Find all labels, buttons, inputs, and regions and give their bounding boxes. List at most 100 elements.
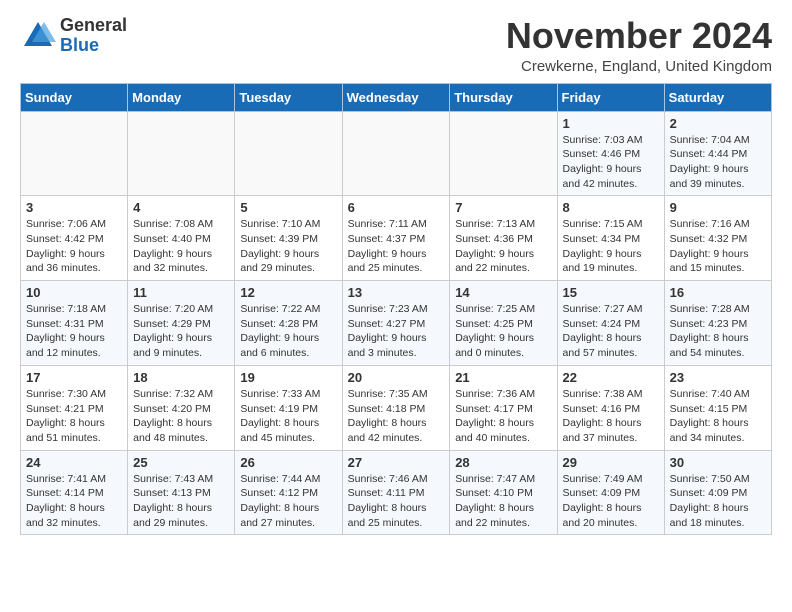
day-info: Sunrise: 7:20 AM Sunset: 4:29 PM Dayligh… (133, 302, 229, 361)
day-info: Sunrise: 7:38 AM Sunset: 4:16 PM Dayligh… (563, 387, 659, 446)
day-cell-18: 18 Sunrise: 7:32 AM Sunset: 4:20 PM Dayli… (128, 365, 235, 450)
day-number: 4 (133, 200, 229, 215)
day-number: 15 (563, 285, 659, 300)
day-cell-5: 5 Sunrise: 7:10 AM Sunset: 4:39 PM Daylig… (235, 196, 342, 281)
day-cell-30: 30Sunrise: 7:50 AM Sunset: 4:09 PM Dayli… (664, 450, 771, 535)
day-info: Sunrise: 7:41 AM Sunset: 4:14 PM Dayligh… (26, 472, 122, 531)
header-saturday: Saturday (664, 83, 771, 111)
day-cell-28: 28 Sunrise: 7:47 AM Sunset: 4:10 PM Dayli… (450, 450, 557, 535)
day-info: Sunrise: 7:36 AM Sunset: 4:17 PM Dayligh… (455, 387, 551, 446)
logo-icon (20, 18, 56, 54)
day-cell-8: 8 Sunrise: 7:15 AM Sunset: 4:34 PM Daylig… (557, 196, 664, 281)
week-row-3: 17 Sunrise: 7:30 AM Sunset: 4:21 PM Dayli… (21, 365, 772, 450)
day-number: 5 (240, 200, 336, 215)
day-number: 26 (240, 455, 336, 470)
day-info: Sunrise: 7:04 AM Sunset: 4:44 PM Dayligh… (670, 133, 766, 192)
calendar-header: SundayMondayTuesdayWednesdayThursdayFrid… (21, 83, 772, 111)
day-number: 18 (133, 370, 229, 385)
day-number: 22 (563, 370, 659, 385)
day-info: Sunrise: 7:32 AM Sunset: 4:20 PM Dayligh… (133, 387, 229, 446)
day-number: 25 (133, 455, 229, 470)
header-thursday: Thursday (450, 83, 557, 111)
day-cell-20: 20 Sunrise: 7:35 AM Sunset: 4:18 PM Dayli… (342, 365, 450, 450)
day-cell-6: 6 Sunrise: 7:11 AM Sunset: 4:37 PM Daylig… (342, 196, 450, 281)
title-block: November 2024 Crewkerne, England, United… (506, 16, 772, 75)
day-number: 9 (670, 200, 766, 215)
day-number: 11 (133, 285, 229, 300)
day-number: 8 (563, 200, 659, 215)
day-cell-19: 19 Sunrise: 7:33 AM Sunset: 4:19 PM Dayli… (235, 365, 342, 450)
day-info: Sunrise: 7:25 AM Sunset: 4:25 PM Dayligh… (455, 302, 551, 361)
day-cell-24: 24Sunrise: 7:41 AM Sunset: 4:14 PM Dayli… (21, 450, 128, 535)
day-cell-11: 11 Sunrise: 7:20 AM Sunset: 4:29 PM Dayli… (128, 281, 235, 366)
day-number: 28 (455, 455, 551, 470)
day-cell-empty (450, 111, 557, 196)
day-number: 10 (26, 285, 122, 300)
day-info: Sunrise: 7:18 AM Sunset: 4:31 PM Dayligh… (26, 302, 122, 361)
day-cell-22: 22 Sunrise: 7:38 AM Sunset: 4:16 PM Dayli… (557, 365, 664, 450)
day-cell-21: 21Sunrise: 7:36 AM Sunset: 4:17 PM Dayli… (450, 365, 557, 450)
day-info: Sunrise: 7:44 AM Sunset: 4:12 PM Dayligh… (240, 472, 336, 531)
day-number: 19 (240, 370, 336, 385)
day-number: 17 (26, 370, 122, 385)
day-info: Sunrise: 7:22 AM Sunset: 4:28 PM Dayligh… (240, 302, 336, 361)
day-number: 12 (240, 285, 336, 300)
day-cell-1: 1 Sunrise: 7:03 AM Sunset: 4:46 PM Daylig… (557, 111, 664, 196)
logo-blue: Blue (60, 35, 99, 55)
day-info: Sunrise: 7:28 AM Sunset: 4:23 PM Dayligh… (670, 302, 766, 361)
header-friday: Friday (557, 83, 664, 111)
day-number: 6 (348, 200, 445, 215)
day-info: Sunrise: 7:11 AM Sunset: 4:37 PM Dayligh… (348, 217, 445, 276)
day-cell-23: 23Sunrise: 7:40 AM Sunset: 4:15 PM Dayli… (664, 365, 771, 450)
day-info: Sunrise: 7:47 AM Sunset: 4:10 PM Dayligh… (455, 472, 551, 531)
day-cell-17: 17 Sunrise: 7:30 AM Sunset: 4:21 PM Dayli… (21, 365, 128, 450)
day-info: Sunrise: 7:27 AM Sunset: 4:24 PM Dayligh… (563, 302, 659, 361)
week-row-1: 3 Sunrise: 7:06 AM Sunset: 4:42 PM Daylig… (21, 196, 772, 281)
day-info: Sunrise: 7:15 AM Sunset: 4:34 PM Dayligh… (563, 217, 659, 276)
day-info: Sunrise: 7:35 AM Sunset: 4:18 PM Dayligh… (348, 387, 445, 446)
day-info: Sunrise: 7:08 AM Sunset: 4:40 PM Dayligh… (133, 217, 229, 276)
day-info: Sunrise: 7:10 AM Sunset: 4:39 PM Dayligh… (240, 217, 336, 276)
day-info: Sunrise: 7:40 AM Sunset: 4:15 PM Dayligh… (670, 387, 766, 446)
day-cell-26: 26 Sunrise: 7:44 AM Sunset: 4:12 PM Dayli… (235, 450, 342, 535)
day-number: 16 (670, 285, 766, 300)
page-container: General Blue November 2024 Crewkerne, En… (0, 0, 792, 545)
logo-text: General Blue (60, 16, 127, 56)
day-cell-12: 12 Sunrise: 7:22 AM Sunset: 4:28 PM Dayli… (235, 281, 342, 366)
day-info: Sunrise: 7:13 AM Sunset: 4:36 PM Dayligh… (455, 217, 551, 276)
header-row: General Blue November 2024 Crewkerne, En… (20, 16, 772, 75)
day-number: 29 (563, 455, 659, 470)
day-cell-4: 4 Sunrise: 7:08 AM Sunset: 4:40 PM Daylig… (128, 196, 235, 281)
day-info: Sunrise: 7:33 AM Sunset: 4:19 PM Dayligh… (240, 387, 336, 446)
day-cell-29: 29 Sunrise: 7:49 AM Sunset: 4:09 PM Dayli… (557, 450, 664, 535)
header-monday: Monday (128, 83, 235, 111)
logo: General Blue (20, 16, 127, 56)
day-number: 30 (670, 455, 766, 470)
day-number: 14 (455, 285, 551, 300)
day-info: Sunrise: 7:03 AM Sunset: 4:46 PM Dayligh… (563, 133, 659, 192)
day-cell-2: 2 Sunrise: 7:04 AM Sunset: 4:44 PM Daylig… (664, 111, 771, 196)
week-row-4: 24Sunrise: 7:41 AM Sunset: 4:14 PM Dayli… (21, 450, 772, 535)
day-cell-10: 10 Sunrise: 7:18 AM Sunset: 4:31 PM Dayli… (21, 281, 128, 366)
calendar-body: 1 Sunrise: 7:03 AM Sunset: 4:46 PM Daylig… (21, 111, 772, 535)
subtitle: Crewkerne, England, United Kingdom (506, 58, 772, 75)
day-cell-empty (21, 111, 128, 196)
day-cell-empty (128, 111, 235, 196)
day-number: 2 (670, 116, 766, 131)
day-number: 1 (563, 116, 659, 131)
header-tuesday: Tuesday (235, 83, 342, 111)
day-number: 3 (26, 200, 122, 215)
day-cell-13: 13Sunrise: 7:23 AM Sunset: 4:27 PM Dayli… (342, 281, 450, 366)
calendar: SundayMondayTuesdayWednesdayThursdayFrid… (20, 83, 772, 536)
day-cell-7: 7Sunrise: 7:13 AM Sunset: 4:36 PM Daylig… (450, 196, 557, 281)
day-cell-25: 25 Sunrise: 7:43 AM Sunset: 4:13 PM Dayli… (128, 450, 235, 535)
day-info: Sunrise: 7:23 AM Sunset: 4:27 PM Dayligh… (348, 302, 445, 361)
day-info: Sunrise: 7:43 AM Sunset: 4:13 PM Dayligh… (133, 472, 229, 531)
day-info: Sunrise: 7:06 AM Sunset: 4:42 PM Dayligh… (26, 217, 122, 276)
day-cell-14: 14 Sunrise: 7:25 AM Sunset: 4:25 PM Dayli… (450, 281, 557, 366)
day-info: Sunrise: 7:49 AM Sunset: 4:09 PM Dayligh… (563, 472, 659, 531)
week-row-0: 1 Sunrise: 7:03 AM Sunset: 4:46 PM Daylig… (21, 111, 772, 196)
header-sunday: Sunday (21, 83, 128, 111)
day-info: Sunrise: 7:30 AM Sunset: 4:21 PM Dayligh… (26, 387, 122, 446)
day-number: 20 (348, 370, 445, 385)
